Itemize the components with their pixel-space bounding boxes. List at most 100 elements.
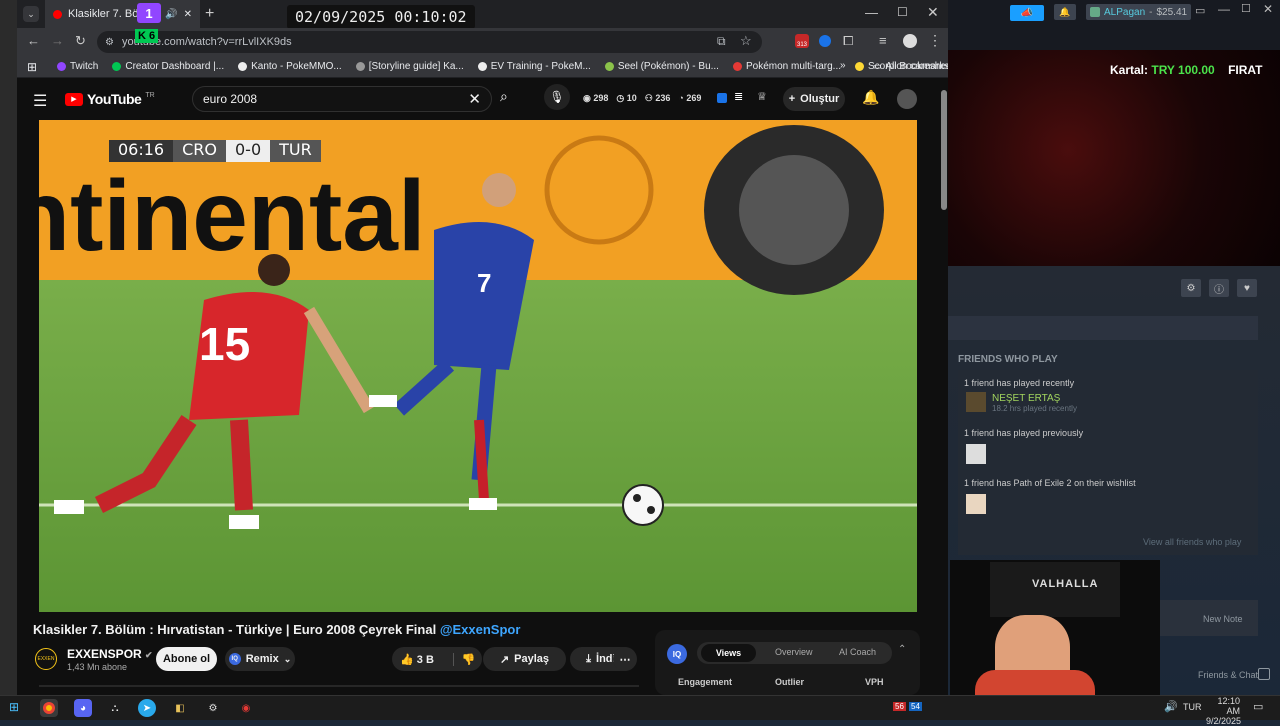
cast-icon[interactable]: ⧉ (717, 34, 726, 49)
collapse-icon[interactable]: ⌃ (898, 644, 906, 655)
url-field[interactable]: ⚙ youtube.com/watch?v=rrLvlIXK9ds K 6 ⧉ … (97, 29, 762, 53)
channel-name[interactable]: EXXENSPOR ✔ (67, 647, 153, 661)
friend-hours: 18.2 hrs played recently (992, 404, 1077, 413)
more-actions-button[interactable]: ⋯ (613, 647, 637, 671)
tab-search-icon[interactable]: ⌄ (23, 6, 39, 22)
bookmark-storyline[interactable]: [Storyline guide] Ka... (355, 61, 464, 72)
friend-avatar[interactable] (966, 392, 986, 412)
webcam-banner: VALHALLA (1032, 578, 1099, 590)
tab-search-list-icon[interactable]: ≡ (879, 33, 887, 48)
notification-center-icon[interactable]: ▭ (1253, 700, 1263, 713)
chat-expand-icon[interactable] (1258, 668, 1270, 680)
minimize-icon[interactable]: — (865, 5, 878, 20)
announcements-icon[interactable]: 📣 (1010, 5, 1044, 21)
create-button[interactable]: + Oluştur (783, 87, 845, 111)
streamer-icon[interactable]: ♕ (757, 90, 767, 103)
share-button[interactable]: ↗ Paylaş (483, 647, 566, 671)
chrome-taskbar-icon[interactable] (40, 699, 58, 717)
favorite-heart-icon[interactable]: ♥ (1237, 279, 1257, 297)
windows-start-icon[interactable]: ⊞ (9, 700, 19, 714)
page-scrollbar[interactable] (941, 90, 947, 210)
tab-active[interactable]: Klasikler 7. Bölüm 🔊 ✕ (45, 0, 200, 28)
new-tab-icon[interactable]: + (205, 5, 214, 23)
all-bookmarks[interactable]: ▭ All Bookmarks (873, 61, 948, 72)
app-taskbar-icon[interactable]: ◧ (171, 699, 189, 717)
video-player[interactable]: ntinental 15 7 06:16 CRO 0-0 TUR (39, 120, 917, 612)
friends-chat-button[interactable]: Friends & Chat (1198, 670, 1258, 680)
search-icon[interactable]: ⌕ (500, 88, 508, 105)
channel-handle-link[interactable]: @ExxenSpor (440, 622, 521, 637)
tray-badge-a[interactable]: 56 (893, 702, 906, 711)
like-button[interactable]: 👍 3 B (400, 653, 434, 666)
tab-bar: ⌄ Klasikler 7. Bölüm 🔊 ✕ 1 + 02/09/2025 … (17, 0, 948, 29)
bookmark-multi-target[interactable]: Pokémon multi-targ... (732, 61, 841, 72)
vidiq-icon[interactable] (717, 93, 727, 103)
bookmark-kanto[interactable]: Kanto - PokeMMO... (238, 61, 342, 72)
steam-taskbar-icon[interactable]: ⛬ (106, 699, 124, 717)
friend-name[interactable]: NEŞET ERTAŞ (992, 393, 1060, 404)
apps-icon[interactable]: ⊞ (27, 60, 37, 74)
hamburger-menu-icon[interactable]: ☰ (33, 91, 47, 111)
back-icon[interactable]: ← (27, 33, 40, 48)
steam-minimize-icon[interactable]: — (1218, 2, 1230, 16)
settings-gear-icon[interactable]: ⚙ (1181, 279, 1201, 297)
queue-icon[interactable]: ≣ (734, 90, 743, 103)
reload-icon[interactable]: ↻ (75, 33, 86, 49)
big-picture-icon[interactable]: ▭ (1195, 4, 1205, 17)
account-avatar[interactable] (897, 89, 917, 109)
info-icon[interactable]: ⓘ (1209, 279, 1229, 297)
friend-avatar-previous[interactable] (966, 444, 986, 464)
twitch-overlay-count: 1 (145, 5, 153, 21)
notifications-icon[interactable]: 🔔 (1054, 4, 1076, 20)
score: 0-0 (226, 140, 271, 162)
clear-search-icon[interactable]: ✕ (468, 90, 481, 108)
obs-taskbar-icon[interactable]: ◉ (237, 699, 255, 717)
settings-taskbar-icon[interactable]: ⚙ (204, 699, 222, 717)
steam-maximize-icon[interactable]: ☐ (1241, 2, 1251, 15)
more-bookmarks-icon[interactable]: » (840, 60, 846, 71)
subscribe-button[interactable]: Abone ol (156, 647, 217, 671)
youtube-logo[interactable]: ▶ YouTube TR (65, 91, 155, 107)
tab-ai-coach[interactable]: AI Coach (839, 647, 876, 657)
youtube-favicon-icon (53, 9, 62, 19)
page-icon (855, 62, 865, 71)
extension-iq-icon[interactable] (819, 35, 831, 47)
volume-icon[interactable]: 🔊 (1164, 700, 1178, 713)
site-info-icon[interactable]: ⚙ (105, 37, 114, 48)
notifications-bell-icon[interactable]: 🔔 (862, 89, 879, 106)
account-menu[interactable]: ALPagan - $25.41 (1086, 4, 1192, 20)
profile-avatar[interactable] (903, 34, 917, 48)
new-note-button[interactable]: New Note (1203, 614, 1243, 624)
telegram-taskbar-icon[interactable]: ➤ (138, 699, 156, 717)
tab-views[interactable]: Views (701, 644, 756, 662)
description-box[interactable] (39, 685, 639, 687)
channel-avatar[interactable]: EXXEN (35, 648, 57, 670)
forward-icon[interactable]: → (51, 33, 64, 48)
speaker-icon[interactable]: 🔊 (165, 9, 177, 20)
search-input[interactable]: euro 2008 ✕ (192, 86, 492, 112)
user-avatar (1090, 7, 1100, 17)
window-close-icon[interactable]: ✕ (927, 4, 939, 21)
clock[interactable]: 12:10 AM 9/2/2025 (1206, 696, 1241, 726)
discord-taskbar-icon[interactable]: ◕ (74, 699, 92, 717)
language-indicator[interactable]: TUR (1183, 702, 1202, 712)
kick-icon (112, 62, 122, 71)
tab-overview[interactable]: Overview (775, 647, 813, 657)
view-all-friends-link[interactable]: View all friends who play (1143, 537, 1241, 547)
bookmark-seel[interactable]: Seel (Pokémon) - Bu... (604, 61, 719, 72)
tray-badge-b[interactable]: 54 (909, 702, 922, 711)
remix-button[interactable]: IQ Remix ⌄ (225, 647, 295, 671)
bookmark-creator-dashboard[interactable]: Creator Dashboard |... (112, 61, 224, 72)
friend-avatar-wishlist[interactable] (966, 494, 986, 514)
tab-close-icon[interactable]: ✕ (184, 9, 192, 20)
bookmark-star-icon[interactable]: ☆ (740, 33, 752, 49)
menu-icon[interactable]: ⋮ (928, 32, 942, 49)
microphone-icon[interactable]: 🎙 (544, 84, 570, 110)
extensions-icon[interactable]: ⧠ (843, 33, 853, 49)
dislike-button[interactable]: 👎 (452, 652, 476, 666)
bookmark-twitch[interactable]: Twitch (57, 61, 98, 72)
bookmark-ev-training[interactable]: EV Training - PokeM... (477, 61, 591, 72)
steam-close-icon[interactable]: ✕ (1263, 2, 1273, 16)
extension-badge-icon[interactable]: 313 (795, 34, 809, 48)
maximize-icon[interactable]: ☐ (897, 5, 908, 19)
